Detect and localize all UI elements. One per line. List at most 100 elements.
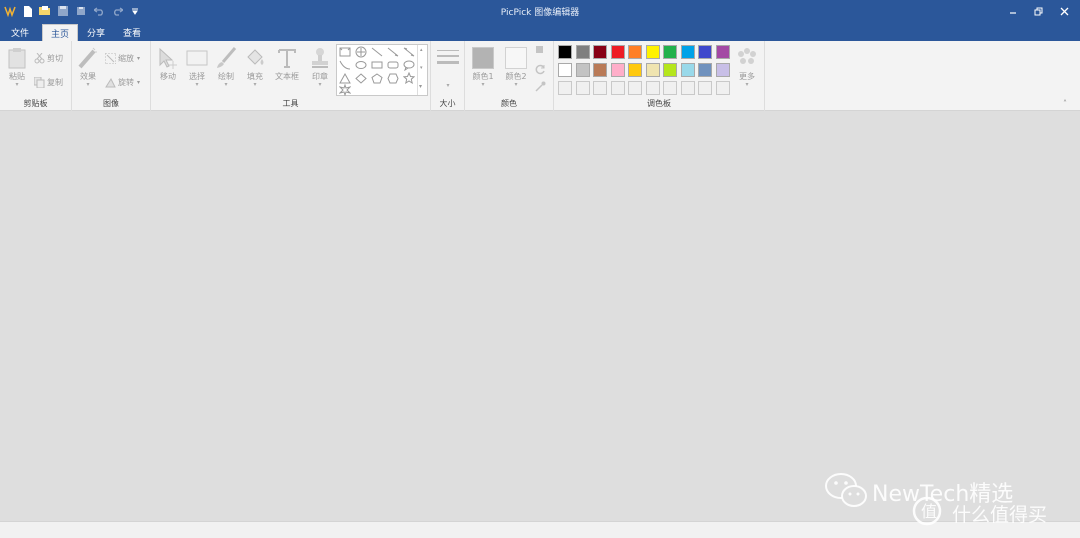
copy-label: 复制	[47, 78, 63, 87]
clipboard-group-label: 剪贴板	[23, 99, 48, 108]
canvas-workspace[interactable]	[0, 111, 1080, 521]
crosshair-shape-icon[interactable]	[353, 46, 369, 58]
move-cursor-icon	[159, 47, 177, 69]
palette-swatch[interactable]	[645, 45, 660, 59]
palette-swatch-empty[interactable]	[575, 81, 590, 95]
rectangle-shape-icon[interactable]	[369, 59, 385, 71]
effect-button[interactable]: 效果 ▾	[76, 47, 100, 88]
cut-button[interactable]: 剪切	[34, 53, 63, 64]
palette-swatch-empty[interactable]	[645, 81, 660, 95]
shapes-gallery-scrollbar[interactable]: ▴ ▾ ▾	[417, 45, 427, 95]
palette-swatch[interactable]	[558, 63, 572, 77]
ellipse-shape-icon[interactable]	[353, 59, 369, 71]
pentagon-shape-icon[interactable]	[369, 72, 385, 84]
tab-share[interactable]: 分享	[80, 24, 112, 41]
chevron-down-icon[interactable]: ▾	[420, 65, 423, 71]
arrow-line-shape-icon[interactable]	[385, 46, 401, 58]
rounded-rect-shape-icon[interactable]	[385, 59, 401, 71]
star-shape-icon[interactable]	[401, 72, 417, 84]
palette-swatch[interactable]	[593, 45, 607, 59]
palette-swatch[interactable]	[610, 45, 625, 59]
palette-swatch[interactable]	[575, 63, 590, 77]
double-arrow-shape-icon[interactable]	[401, 46, 417, 58]
close-icon[interactable]	[1051, 0, 1077, 22]
palette-swatch-empty[interactable]	[715, 81, 730, 95]
image-group: 效果 ▾ 缩放 ▾ 旋转 ▾ 图像	[72, 41, 151, 111]
fill-button[interactable]: 填充 ▾	[242, 47, 268, 88]
paste-button[interactable]: 粘贴 ▾	[5, 47, 29, 88]
palette-swatch[interactable]	[698, 45, 712, 59]
hexagon-shape-icon[interactable]	[385, 72, 401, 84]
diamond-shape-icon[interactable]	[353, 72, 369, 84]
palette-swatch[interactable]	[680, 63, 695, 77]
move-label: 移动	[160, 72, 176, 81]
palette-swatch-empty[interactable]	[698, 81, 712, 95]
chevron-down-icon: ▾	[15, 81, 19, 88]
collapse-ribbon-icon[interactable]: ˄	[1063, 99, 1067, 108]
resize-label: 缩放	[118, 54, 134, 63]
copy-button[interactable]: 复制	[34, 77, 63, 88]
cut-label: 剪切	[47, 54, 63, 63]
tab-home[interactable]: 主页	[42, 24, 78, 41]
eyedropper-button[interactable]	[535, 81, 548, 92]
palette-swatch[interactable]	[663, 45, 677, 59]
line-shape-icon[interactable]	[369, 46, 385, 58]
color1-button[interactable]: 颜色1 ▾	[470, 47, 496, 88]
palette-swatch-empty[interactable]	[628, 81, 642, 95]
size-button[interactable]: ▾	[435, 47, 461, 89]
more-colors-button[interactable]: 更多 ▾	[734, 47, 760, 88]
palette-swatch-empty[interactable]	[610, 81, 625, 95]
palette-swatch[interactable]	[593, 63, 607, 77]
refresh-icon	[535, 64, 545, 75]
title-bar: PicPick 图像编辑器	[0, 0, 1080, 22]
color2-button[interactable]: 颜色2 ▾	[503, 47, 529, 88]
tab-file[interactable]: 文件	[0, 24, 40, 41]
palette-swatch[interactable]	[680, 45, 695, 59]
palette-swatch-empty[interactable]	[680, 81, 695, 95]
palette-swatch[interactable]	[575, 45, 590, 59]
stamp-button[interactable]: 印章 ▾	[307, 47, 333, 88]
tools-group-label: 工具	[282, 99, 299, 108]
select-button[interactable]: 选择 ▾	[184, 47, 210, 88]
restore-icon[interactable]	[1025, 0, 1051, 22]
textbox-label: 文本框	[275, 72, 299, 81]
palette-swatch[interactable]	[558, 45, 572, 59]
watermark-subtext: 什么值得买	[952, 504, 1048, 526]
rotate-icon	[105, 77, 116, 88]
move-button[interactable]: 移动	[155, 47, 181, 82]
chevron-up-icon[interactable]: ▴	[420, 47, 423, 53]
rotate-button[interactable]: 旋转 ▾	[105, 77, 140, 88]
color-palette-icon	[738, 48, 756, 64]
swap-colors-button[interactable]	[536, 46, 546, 54]
star-burst-shape-icon[interactable]	[337, 84, 353, 96]
palette-swatch[interactable]	[698, 63, 712, 77]
palette-swatch[interactable]	[715, 63, 730, 77]
draw-button[interactable]: 绘制 ▾	[213, 47, 239, 88]
curve-shape-icon[interactable]	[337, 59, 353, 71]
palette-swatch[interactable]	[715, 45, 730, 59]
palette-swatch[interactable]	[645, 63, 660, 77]
resize-button[interactable]: 缩放 ▾	[105, 53, 140, 64]
wechat-logo-icon	[825, 473, 867, 507]
palette-swatch[interactable]	[610, 63, 625, 77]
palette-swatch-empty[interactable]	[593, 81, 607, 95]
reset-colors-button[interactable]	[535, 64, 548, 75]
chevron-down-icon: ▾	[253, 81, 257, 88]
palette-swatch-empty[interactable]	[663, 81, 677, 95]
minimize-icon[interactable]	[1000, 0, 1026, 22]
palette-swatch[interactable]	[663, 63, 677, 77]
color2-swatch	[505, 47, 527, 69]
speech-bubble-shape-icon[interactable]	[401, 59, 417, 71]
palette-swatch-empty[interactable]	[558, 81, 572, 95]
copy-icon	[34, 77, 45, 88]
gallery-expand-icon[interactable]: ▾	[419, 83, 422, 90]
textbox-button[interactable]: 文本框	[273, 47, 301, 82]
magic-wand-icon	[78, 47, 97, 69]
palette-swatch[interactable]	[628, 45, 642, 59]
small-square-icon	[536, 46, 543, 53]
palette-swatch[interactable]	[628, 63, 642, 77]
color-group: 颜色1 ▾ 颜色2 ▾ 颜色	[465, 41, 554, 111]
tab-view[interactable]: 查看	[116, 24, 148, 41]
rect-select-shape-icon[interactable]	[337, 46, 353, 58]
triangle-shape-icon[interactable]	[337, 72, 353, 84]
